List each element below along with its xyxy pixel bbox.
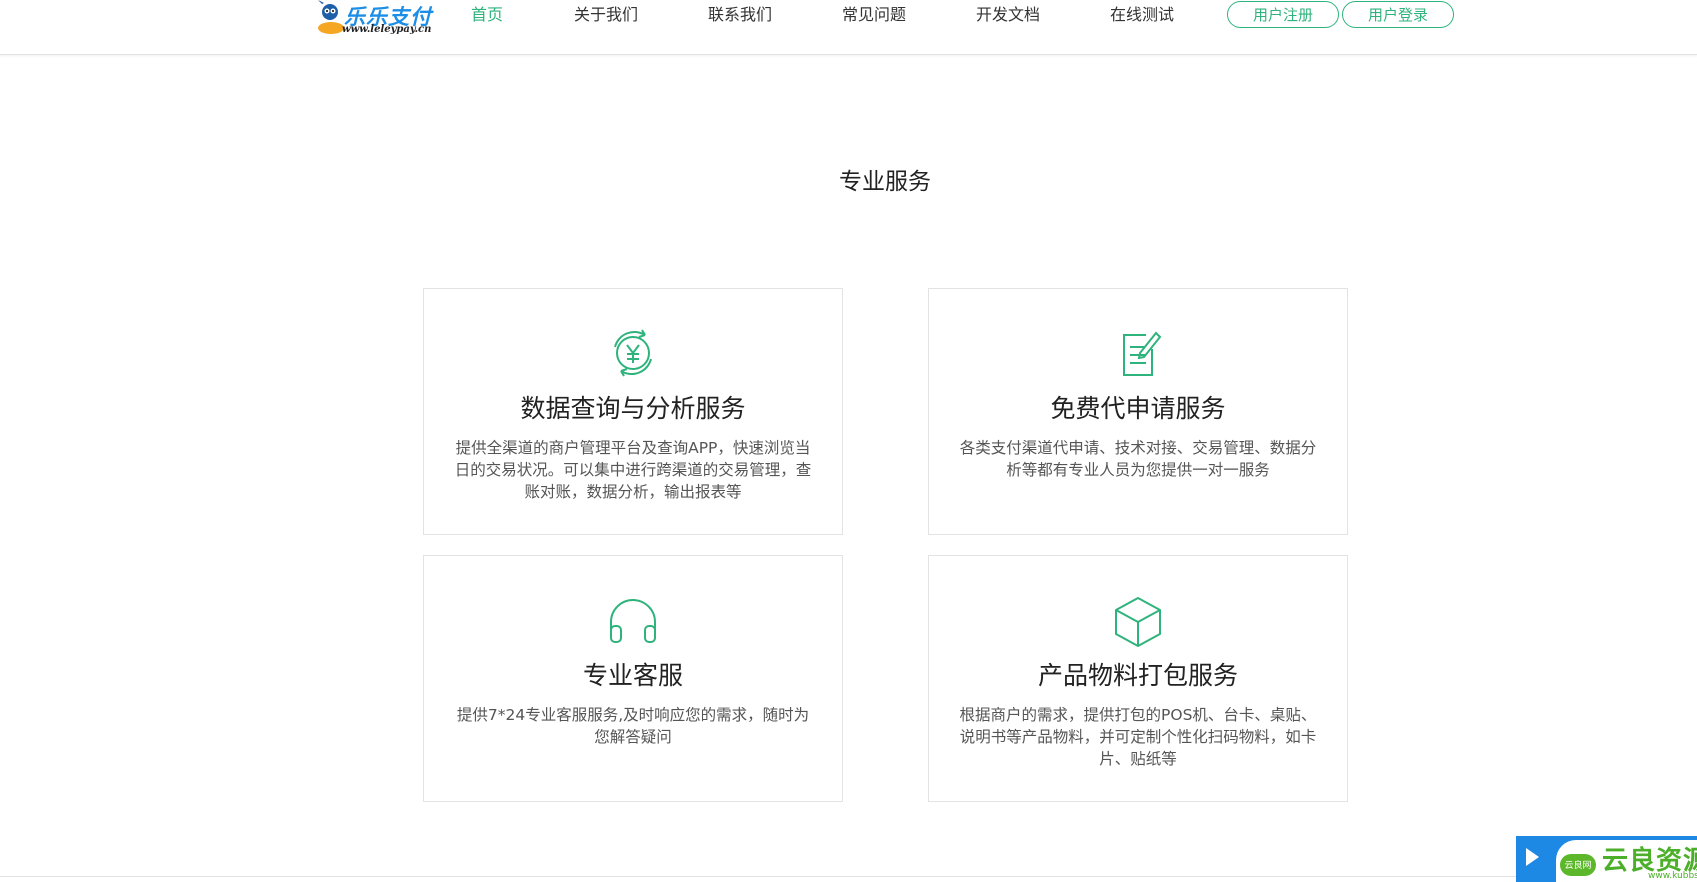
watermark-cloud-text: 云良网 [1564, 861, 1592, 871]
box-icon [929, 592, 1347, 647]
play-icon [1526, 848, 1539, 866]
section-title: 专业服务 [839, 169, 931, 195]
watermark-badge: 云良网 云良资源网 www.kubbs.cn [1556, 840, 1697, 882]
floating-side-tab[interactable]: 云良网 云良资源网 www.kubbs.cn [1516, 836, 1697, 882]
service-card-customer-support: 专业客服 提供7*24专业客服服务,及时响应您的需求，随时为您解答疑问 [423, 555, 843, 802]
login-button[interactable]: 用户登录 [1342, 1, 1454, 28]
service-title: 数据查询与分析服务 [520, 394, 746, 423]
service-description: 提供全渠道的商户管理平台及查询APP，快速浏览当日的交易状况。可以集中进行跨渠道… [454, 439, 812, 501]
logo-url: www.leleypay.cn [342, 24, 432, 35]
footer-divider [0, 876, 1697, 877]
nav-home[interactable]: 首页 [471, 2, 503, 28]
site-logo[interactable]: 乐乐支付 www.leleypay.cn [316, 0, 436, 40]
service-card-free-application: 免费代申请服务 各类支付渠道代申请、技术对接、交易管理、数据分析等都有专业人员为… [928, 288, 1348, 535]
nav-docs[interactable]: 开发文档 [976, 2, 1040, 28]
yuan-cycle-icon [424, 325, 842, 379]
service-card-product-materials: 产品物料打包服务 根据商户的需求，提供打包的POS机、台卡、桌贴、说明书等产品物… [928, 555, 1348, 802]
document-edit-icon [929, 325, 1347, 379]
nav-online-test[interactable]: 在线测试 [1110, 2, 1174, 28]
headphones-icon [424, 592, 842, 646]
nav-contact[interactable]: 联系我们 [708, 2, 772, 28]
service-description: 根据商户的需求，提供打包的POS机、台卡、桌贴、说明书等产品物料，并可定制个性化… [959, 706, 1317, 768]
service-title: 产品物料打包服务 [1037, 661, 1238, 690]
service-title: 免费代申请服务 [1050, 394, 1226, 423]
watermark-url: www.kubbs.cn [1648, 871, 1697, 881]
service-title: 专业客服 [582, 661, 683, 690]
service-description: 各类支付渠道代申请、技术对接、交易管理、数据分析等都有专业人员为您提供一对一服务 [959, 439, 1317, 479]
site-header: 乐乐支付 www.leleypay.cn 首页 关于我们 联系我们 常见问题 开… [0, 0, 1697, 55]
register-button[interactable]: 用户注册 [1227, 1, 1339, 28]
nav-about[interactable]: 关于我们 [574, 2, 638, 28]
service-card-data-analysis: 数据查询与分析服务 提供全渠道的商户管理平台及查询APP，快速浏览当日的交易状况… [423, 288, 843, 535]
nav-faq[interactable]: 常见问题 [842, 2, 906, 28]
service-description: 提供7*24专业客服服务,及时响应您的需求，随时为您解答疑问 [456, 706, 810, 746]
